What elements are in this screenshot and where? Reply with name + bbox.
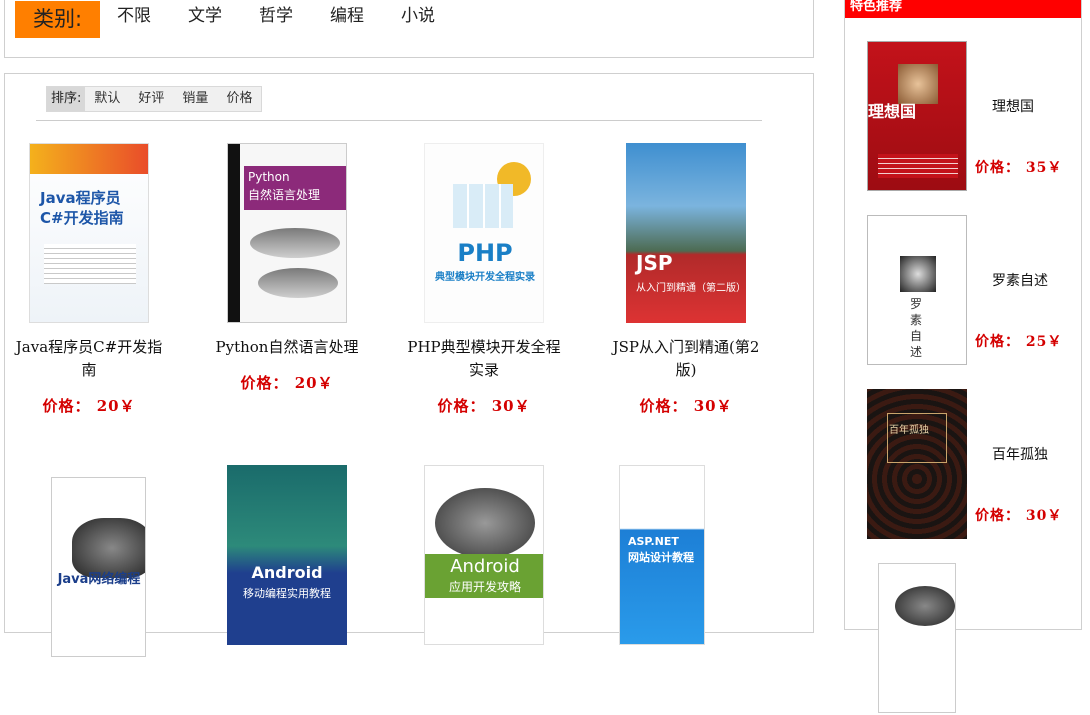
category-item-all[interactable]: 不限 [117, 5, 151, 27]
book-card[interactable]: JSP 从入门到精通（第二版） JSP从入门到精通(第2版) 价格： 30￥ [586, 143, 786, 416]
book-cover[interactable]: ASP.NET 网站设计教程 [619, 465, 705, 645]
featured-item[interactable] [878, 563, 1088, 715]
divider [36, 120, 762, 121]
cover-text: Java网络编程 [57, 572, 141, 587]
cover-text: ASP.NET [628, 535, 679, 548]
sort-bar: 排序: 默认 好评 销量 价格 [46, 86, 263, 112]
book-cover[interactable] [878, 563, 956, 713]
sidebar-title: 特色推荐 [845, 0, 1081, 18]
book-card[interactable]: Python 自然语言处理 Python自然语言处理 价格： 20￥ [187, 143, 387, 393]
category-list: 不限 文学 哲学 编程 小说 [117, 5, 472, 27]
book-cover[interactable]: 罗素自述 [867, 215, 967, 365]
category-item-literature[interactable]: 文学 [188, 5, 222, 27]
book-card[interactable]: Java网络编程 [0, 477, 198, 657]
sort-sales[interactable]: 销量 [173, 87, 217, 111]
book-card[interactable]: PHP 典型模块开发全程实录 PHP典型模块开发全程实录 价格： 30￥ [384, 143, 584, 416]
book-title[interactable]: PHP典型模块开发全程实录 [384, 336, 584, 382]
book-cover[interactable]: Android 应用开发攻略 [424, 465, 544, 645]
book-card[interactable]: Android 移动编程实用教程 [187, 465, 387, 645]
category-item-philosophy[interactable]: 哲学 [259, 5, 293, 27]
book-price: 价格： 30￥ [437, 397, 531, 415]
book-title[interactable]: JSP从入门到精通(第2版) [586, 336, 786, 382]
book-cover[interactable]: Python 自然语言处理 [227, 143, 347, 323]
cover-text: Python [248, 170, 290, 184]
cover-text: C#开发指南 [40, 209, 124, 227]
book-price: 价格： 35￥ [975, 160, 1063, 176]
book-card[interactable]: Java程序员 C#开发指南 Java程序员C#开发指南 价格： 20￥ [0, 143, 189, 416]
cover-text: JSP [636, 251, 673, 275]
cover-text: Java程序员 [40, 189, 121, 207]
category-item-programming[interactable]: 编程 [330, 5, 364, 27]
book-cover[interactable]: Java程序员 C#开发指南 [29, 143, 149, 323]
featured-item[interactable]: 理想国 理想国 价格： 35￥ [867, 41, 1077, 193]
cover-text: 罗素自述 [910, 297, 923, 359]
cover-text: 百年孤独 [889, 425, 929, 436]
book-cover[interactable]: Android 移动编程实用教程 [227, 465, 347, 645]
cover-text: 网站设计教程 [628, 551, 694, 564]
category-panel: 类别: 不限 文学 哲学 编程 小说 [4, 0, 814, 58]
book-title[interactable]: 理想国 [992, 96, 1034, 116]
book-title[interactable]: Java程序员C#开发指南 [0, 336, 189, 382]
book-card[interactable]: Android 应用开发攻略 [384, 465, 584, 645]
cover-text: 移动编程实用教程 [243, 587, 331, 600]
cover-text: Android [450, 556, 520, 577]
sort-price[interactable]: 价格 [217, 87, 261, 111]
category-item-novel[interactable]: 小说 [401, 5, 435, 27]
cover-text: PHP [457, 239, 513, 267]
cover-text: 理想国 [868, 102, 917, 121]
book-cover[interactable]: 理想国 [867, 41, 967, 191]
cover-text: 应用开发攻略 [448, 580, 521, 594]
featured-sidebar: 特色推荐 理想国 理想国 价格： 35￥ 罗素自述 罗素自述 价格： 25￥ 百… [844, 0, 1082, 713]
book-cover[interactable]: 百年孤独 [867, 389, 967, 539]
cover-text: 自然语言处理 [248, 188, 321, 202]
sort-rating[interactable]: 好评 [129, 87, 173, 111]
cover-text: 典型模块开发全程实录 [435, 272, 535, 283]
book-title[interactable]: 百年孤独 [992, 444, 1048, 464]
book-title[interactable]: 罗素自述 [992, 270, 1048, 290]
book-price: 价格： 20￥ [240, 374, 334, 392]
book-cover[interactable]: JSP 从入门到精通（第二版） [626, 143, 746, 323]
book-price: 价格： 25￥ [975, 334, 1063, 350]
sort-label: 排序: [47, 87, 86, 111]
featured-item[interactable]: 罗素自述 罗素自述 价格： 25￥ [867, 215, 1077, 367]
cover-text: 从入门到精通（第二版） [636, 283, 746, 294]
book-price: 价格： 30￥ [975, 508, 1063, 524]
category-label: 类别: [15, 1, 100, 38]
book-card[interactable]: ASP.NET 网站设计教程 [562, 465, 762, 645]
book-price: 价格： 20￥ [42, 397, 136, 415]
book-cover[interactable]: PHP 典型模块开发全程实录 [424, 143, 544, 323]
sort-default[interactable]: 默认 [85, 87, 129, 111]
featured-item[interactable]: 百年孤独 百年孤独 价格： 30￥ [867, 389, 1077, 541]
book-cover[interactable]: Java网络编程 [50, 477, 146, 657]
cover-text: Android [251, 563, 323, 582]
book-price: 价格： 30￥ [639, 397, 733, 415]
book-title[interactable]: Python自然语言处理 [187, 336, 387, 359]
book-list-panel: 排序: 默认 好评 销量 价格 Java程序员 C#开发指南 Java程序员 C#开… [4, 73, 814, 657]
